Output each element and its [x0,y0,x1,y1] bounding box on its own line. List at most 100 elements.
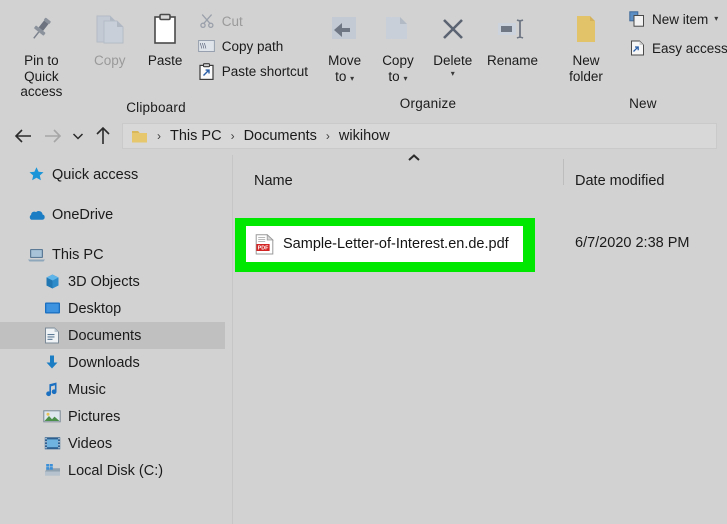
breadcrumb[interactable]: › This PC › Documents › wikihow [122,123,717,149]
copy-to-label: Copy to ▾ [382,53,414,84]
ribbon-group-label-new: New [629,96,657,111]
move-to-button[interactable]: Move to ▾ [318,4,371,84]
music-icon [42,381,62,399]
breadcrumb-item-wikihow[interactable]: wikihow [337,128,392,144]
address-bar: › This PC › Documents › wikihow [0,117,727,155]
this-pc-icon [26,246,46,264]
column-header-name[interactable]: Name [254,173,293,189]
ribbon-group-clipboard: Pin to Quick access Copy Paste Cut \\\ C… [0,0,312,117]
delete-button[interactable]: Delete ▾ [425,4,481,78]
explorer-body: Quick access OneDrive This PC 3D Objects… [0,153,727,524]
sidebar-label-quick-access: Quick access [52,166,139,183]
new-item-label: New item [652,11,709,27]
pin-label-line2: access [20,84,63,99]
local-disk-icon [42,462,62,480]
copy-button[interactable]: Copy [83,4,137,69]
new-small-commands: New item ▾ Easy access [620,4,727,58]
easy-access-button[interactable]: Easy access ▾ [624,38,727,58]
onedrive-cloud-icon [26,206,46,224]
paste-shortcut-button[interactable]: Paste shortcut [194,61,312,81]
sidebar-label-videos: Videos [68,435,113,452]
copy-path-button[interactable]: \\\ Copy path [194,36,312,56]
new-folder-label: New folder [569,53,603,84]
rename-label: Rename [486,53,538,68]
sidebar-item-music[interactable]: Music [0,376,232,403]
back-button[interactable] [8,121,38,151]
column-header-date-modified[interactable]: Date modified [575,173,664,189]
paste-shortcut-label: Paste shortcut [221,63,309,79]
copy-path-label: Copy path [221,38,284,54]
breadcrumb-separator: › [157,129,161,143]
breadcrumb-separator: › [325,129,330,143]
move-to-label: Move to ▾ [328,53,361,84]
file-rows: PDF Sample-Letter-of-Interest.en.de.pdf … [233,194,727,274]
sidebar-label-this-pc: This PC [52,246,104,263]
file-explorer-window: Pin to Quick access Copy Paste Cut \\\ C… [0,0,727,524]
sidebar-label-desktop: Desktop [68,300,122,317]
ribbon-group-new: New folder New item ▾ Easy access New [544,0,727,117]
paste-label: Paste [147,53,183,68]
rename-button[interactable]: Rename [481,4,544,69]
cut-button[interactable]: Cut [194,11,312,31]
documents-icon [42,327,62,345]
sidebar-item-desktop[interactable]: Desktop [0,295,232,322]
videos-icon [42,435,62,453]
scissors-icon [198,12,216,30]
new-folder-button[interactable]: New folder [552,4,620,84]
pin-to-quick-access-button[interactable]: Pin to Quick access [0,4,83,100]
sidebar-item-pictures[interactable]: Pictures [0,403,232,430]
paste-shortcut-icon [198,62,216,80]
breadcrumb-item-this-pc[interactable]: This PC [168,128,224,144]
breadcrumb-item-documents[interactable]: Documents [242,128,319,144]
pdf-file-icon: PDF [255,233,274,255]
column-separator[interactable] [563,159,564,185]
move-to-line1: Move [328,53,362,68]
copy-to-button[interactable]: Copy to ▾ [371,4,424,84]
chevron-down-icon[interactable]: ▾ [403,74,407,83]
svg-text:\\\: \\\ [200,42,207,51]
copy-to-icon [381,8,415,50]
breadcrumb-separator: › [230,129,235,143]
3d-objects-icon [42,273,62,291]
cut-label: Cut [221,13,243,29]
paste-button[interactable]: Paste [137,4,194,69]
downloads-icon [42,354,62,372]
sidebar-item-this-pc[interactable]: This PC [0,241,232,268]
sidebar-item-quick-access[interactable]: Quick access [0,161,232,188]
rename-icon [495,8,529,50]
sidebar-item-3d-objects[interactable]: 3D Objects [0,268,232,295]
sidebar-label-downloads: Downloads [68,354,140,371]
pin-label-line1: Pin to Quick [24,53,59,84]
file-date-modified: 6/7/2020 2:38 PM [575,235,690,251]
pin-to-quick-access-label: Pin to Quick access [6,53,77,100]
chevron-down-icon[interactable]: ▾ [451,69,455,78]
copy-label: Copy [93,53,126,68]
chevron-down-icon[interactable]: ▾ [714,15,718,23]
sidebar-item-downloads[interactable]: Downloads [0,349,232,376]
up-button[interactable] [88,121,118,151]
clipboard-small-commands: Cut \\\ Copy path Paste shortcut [194,4,312,81]
sidebar-item-documents[interactable]: Documents [0,322,225,349]
sidebar-item-local-disk-c[interactable]: Local Disk (C:) [0,457,232,484]
easy-access-icon [628,39,646,57]
pictures-icon [42,408,62,426]
sidebar-label-music: Music [68,381,106,398]
sidebar-item-onedrive[interactable]: OneDrive [0,201,232,228]
forward-button[interactable] [38,121,68,151]
ribbon-group-organize: Move to ▾ Copy to ▾ Delete ▾ Rename Orga… [312,0,544,117]
move-to-line2: to [335,68,347,84]
sort-ascending-icon [406,153,422,163]
clipboard-icon [150,8,180,50]
column-headers: Name Date modified [233,153,727,194]
chevron-down-icon[interactable]: ▾ [350,74,354,83]
pushpin-icon [26,8,56,50]
forward-arrow-icon [43,127,63,145]
ribbon-group-label-organize: Organize [399,96,457,111]
table-row[interactable]: PDF Sample-Letter-of-Interest.en.de.pdf [246,226,523,262]
new-item-button[interactable]: New item ▾ [624,9,727,29]
folder-icon [129,129,150,144]
chevron-down-icon [71,129,85,143]
recent-locations-button[interactable] [68,121,88,151]
sidebar-item-videos[interactable]: Videos [0,430,232,457]
